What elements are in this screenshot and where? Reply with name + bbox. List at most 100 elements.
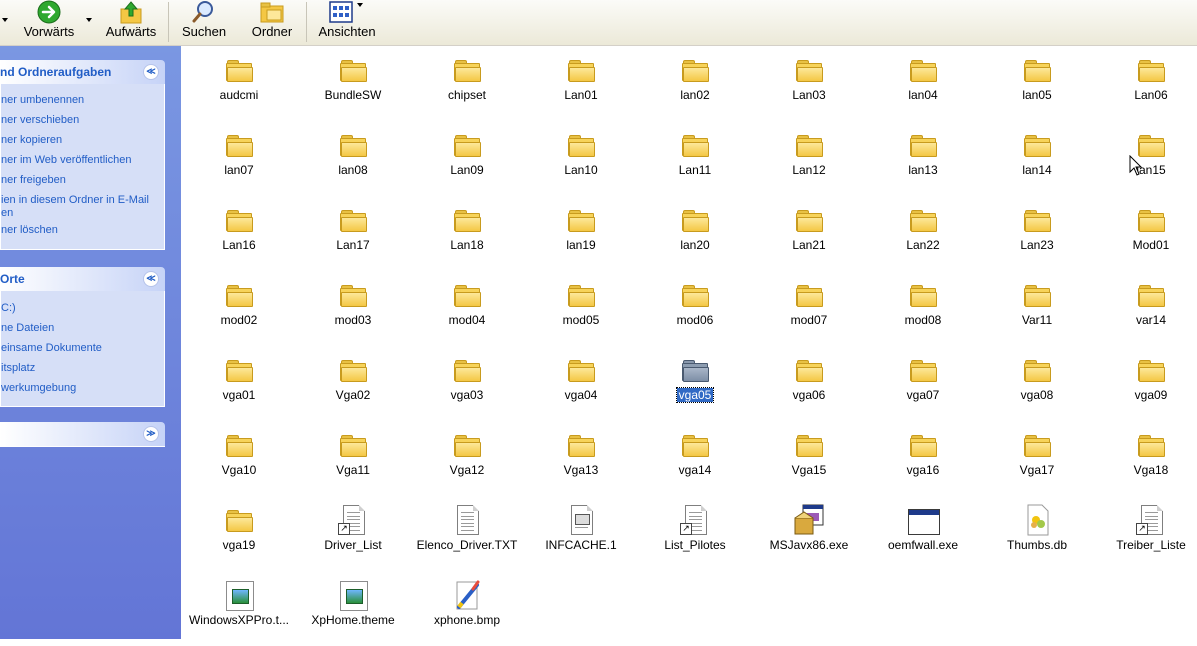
folder-item[interactable]: Vga13	[524, 421, 638, 496]
folder-item[interactable]: Vga15	[752, 421, 866, 496]
other-places-header[interactable]: Orte ≪	[0, 267, 165, 291]
folder-item[interactable]: Lan06	[1094, 46, 1197, 121]
folder-item[interactable]: lan20	[638, 196, 752, 271]
search-button[interactable]: Suchen	[174, 0, 234, 45]
place-link-shared-documents[interactable]: einsame Dokumente	[1, 342, 102, 355]
item-label: Lan11	[638, 163, 752, 177]
up-button[interactable]: Aufwärts	[98, 0, 164, 45]
folder-item[interactable]: vga06	[752, 346, 866, 421]
forward-dropdown-icon[interactable]	[86, 18, 92, 22]
folder-item[interactable]: Vga02	[296, 346, 410, 421]
folder-item[interactable]: Lan12	[752, 121, 866, 196]
folder-item[interactable]: vga16	[866, 421, 980, 496]
back-dropdown-icon[interactable]	[2, 18, 8, 22]
folder-item[interactable]: Lan09	[410, 121, 524, 196]
task-link-rename[interactable]: ner umbenennen	[1, 94, 84, 107]
file-item[interactable]: MSJavx86.exe	[752, 496, 866, 571]
folder-item[interactable]: BundleSW	[296, 46, 410, 121]
folder-item[interactable]: vga08	[980, 346, 1094, 421]
folder-item[interactable]: Lan16	[182, 196, 296, 271]
folder-item[interactable]: var14	[1094, 271, 1197, 346]
task-link-copy[interactable]: ner kopieren	[1, 134, 62, 147]
folder-item[interactable]: mod07	[752, 271, 866, 346]
folder-item[interactable]: Vga11	[296, 421, 410, 496]
folders-button[interactable]: Ordner	[244, 0, 300, 45]
folder-item[interactable]: mod06	[638, 271, 752, 346]
folder-item[interactable]: audcmi	[182, 46, 296, 121]
folder-item[interactable]: Lan22	[866, 196, 980, 271]
folder-item[interactable]: Vga17	[980, 421, 1094, 496]
views-dropdown-icon[interactable]	[357, 3, 363, 7]
file-item[interactable]: xphone.bmp	[410, 571, 524, 646]
place-link-my-documents[interactable]: ne Dateien	[1, 322, 54, 335]
folder-item[interactable]: Lan23	[980, 196, 1094, 271]
folder-item[interactable]: Vga12	[410, 421, 524, 496]
file-item[interactable]: XpHome.theme	[296, 571, 410, 646]
item-icon	[337, 354, 369, 386]
expand-icon[interactable]: ≫	[143, 426, 159, 442]
folder-item[interactable]: lan02	[638, 46, 752, 121]
file-item[interactable]: ↗ Driver_List	[296, 496, 410, 571]
folder-item[interactable]: lan14	[980, 121, 1094, 196]
folder-item[interactable]: mod05	[524, 271, 638, 346]
folder-item[interactable]: lan05	[980, 46, 1094, 121]
folder-item[interactable]: vga04	[524, 346, 638, 421]
folder-item[interactable]: Lan03	[752, 46, 866, 121]
folder-item[interactable]: Lan01	[524, 46, 638, 121]
folder-item[interactable]: lan19	[524, 196, 638, 271]
folder-item[interactable]: vga01	[182, 346, 296, 421]
folder-item[interactable]: Lan11	[638, 121, 752, 196]
file-item[interactable]: WindowsXPPro.t...	[182, 571, 296, 646]
task-link-share[interactable]: ner freigeben	[1, 174, 66, 187]
folder-item[interactable]: vga03	[410, 346, 524, 421]
folder-icon	[796, 360, 823, 382]
folder-item[interactable]: mod02	[182, 271, 296, 346]
task-link-delete[interactable]: ner löschen	[1, 224, 58, 237]
file-item[interactable]: INFCACHE.1	[524, 496, 638, 571]
file-item[interactable]: ↗ Treiber_Liste	[1094, 496, 1197, 571]
folder-item[interactable]: Mod01	[1094, 196, 1197, 271]
folder-icon	[226, 435, 253, 457]
folder-item[interactable]: Lan17	[296, 196, 410, 271]
folder-item[interactable]: Var11	[980, 271, 1094, 346]
folder-item[interactable]: vga07	[866, 346, 980, 421]
folder-item[interactable]: Vga18	[1094, 421, 1197, 496]
task-link-email-cont[interactable]: en	[1, 207, 13, 220]
folder-item[interactable]: mod03	[296, 271, 410, 346]
folder-item[interactable]: vga05	[638, 346, 752, 421]
folder-item[interactable]: vga14	[638, 421, 752, 496]
folder-item[interactable]: Lan21	[752, 196, 866, 271]
collapse-icon[interactable]: ≪	[143, 64, 159, 80]
item-name: mod03	[334, 313, 372, 327]
collapse-icon[interactable]: ≪	[143, 271, 159, 287]
file-item[interactable]: Elenco_Driver.TXT	[410, 496, 524, 571]
folder-item[interactable]: vga09	[1094, 346, 1197, 421]
task-link-email[interactable]: ien in diesem Ordner in E-Mail	[1, 194, 149, 207]
task-link-publish-web[interactable]: ner im Web veröffentlichen	[1, 154, 131, 167]
folder-item[interactable]: chipset	[410, 46, 524, 121]
folder-item[interactable]: lan04	[866, 46, 980, 121]
place-link-my-computer[interactable]: itsplatz	[1, 362, 35, 375]
folder-item[interactable]: Lan18	[410, 196, 524, 271]
file-item[interactable]: Thumbs.db	[980, 496, 1094, 571]
folder-item[interactable]: mod08	[866, 271, 980, 346]
folder-item[interactable]: lan13	[866, 121, 980, 196]
folder-item[interactable]: mod04	[410, 271, 524, 346]
views-button[interactable]: Ansichten	[312, 0, 382, 45]
details-header[interactable]: ≫	[0, 422, 165, 447]
file-item[interactable]: ↗ List_Pilotes	[638, 496, 752, 571]
file-folder-tasks-header[interactable]: nd Ordneraufgaben ≪	[0, 60, 165, 84]
folder-item[interactable]: Vga10	[182, 421, 296, 496]
folder-item[interactable]: lan07	[182, 121, 296, 196]
forward-button[interactable]: Vorwärts	[14, 0, 84, 45]
folder-item[interactable]: lan15	[1094, 121, 1197, 196]
folder-item[interactable]: Lan10	[524, 121, 638, 196]
place-link-network[interactable]: werkumgebung	[1, 382, 76, 395]
file-item[interactable]: oemfwall.exe	[866, 496, 980, 571]
folder-icon	[568, 435, 595, 457]
folder-item[interactable]: lan08	[296, 121, 410, 196]
folder-item[interactable]: vga19	[182, 496, 296, 571]
item-label: lan20	[638, 238, 752, 252]
task-link-move[interactable]: ner verschieben	[1, 114, 79, 127]
place-link-drive-c[interactable]: C:)	[1, 302, 16, 315]
